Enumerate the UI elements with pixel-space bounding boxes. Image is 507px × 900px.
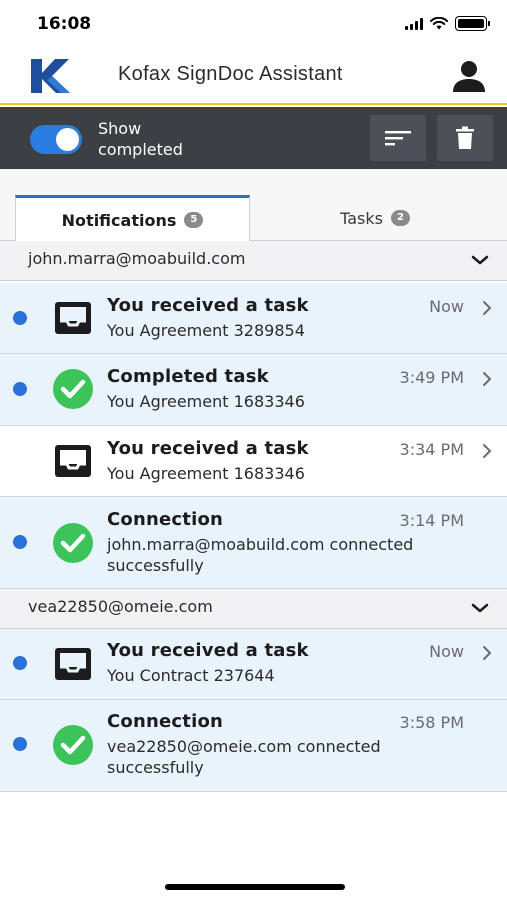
group-email: john.marra@moabuild.com — [28, 249, 246, 268]
chevron-down-icon — [471, 603, 489, 613]
group-header-vea22850[interactable]: vea22850@omeie.com — [0, 589, 507, 629]
green-check-icon — [53, 725, 93, 765]
wifi-icon — [430, 17, 448, 30]
inbox-tray-icon — [55, 302, 91, 334]
app-title: Kofax SignDoc Assistant — [118, 63, 343, 85]
delete-button[interactable] — [437, 115, 493, 161]
notification-subtitle: vea22850@omeie.com connected successfull… — [107, 737, 381, 777]
notification-title: You received a task — [107, 640, 309, 661]
notification-row[interactable]: You received a task You Agreement 328985… — [0, 283, 507, 354]
notification-time: Now — [429, 642, 464, 661]
home-indicator[interactable] — [165, 884, 345, 890]
battery-icon — [455, 16, 490, 31]
notification-row[interactable]: You received a task You Agreement 168334… — [0, 426, 507, 497]
unread-dot — [13, 382, 27, 396]
show-completed-label: Show completed — [98, 119, 183, 159]
trash-icon — [456, 126, 474, 149]
chevron-right-icon — [483, 372, 492, 386]
notification-time: 3:14 PM — [399, 511, 464, 530]
notification-time: 3:34 PM — [399, 440, 464, 459]
notification-subtitle: You Contract 237644 — [107, 666, 275, 685]
notification-row[interactable]: Connection vea22850@omeie.com connected … — [0, 700, 507, 792]
sort-button[interactable] — [370, 115, 426, 161]
green-check-icon — [53, 369, 93, 409]
toggle-knob — [56, 128, 79, 151]
notification-row[interactable]: Completed task You Agreement 1683346 3:4… — [0, 354, 507, 426]
app-header: Kofax SignDoc Assistant — [0, 48, 507, 105]
sort-icon — [385, 131, 411, 146]
unread-dot — [13, 535, 27, 549]
tab-tasks-label: Tasks — [340, 208, 383, 228]
inbox-tray-icon — [55, 648, 91, 680]
status-time: 16:08 — [37, 14, 92, 34]
notification-time: 3:49 PM — [399, 368, 464, 387]
group-email: vea22850@omeie.com — [28, 597, 213, 616]
inbox-tray-icon — [55, 445, 91, 477]
notification-row[interactable]: Connection john.marra@moabuild.com conne… — [0, 497, 507, 589]
notification-subtitle: john.marra@moabuild.com connected succes… — [107, 535, 414, 575]
notification-title: You received a task — [107, 438, 309, 459]
notification-subtitle: You Agreement 1683346 — [107, 464, 305, 483]
user-profile-icon[interactable] — [449, 58, 489, 94]
notifications-count-badge: 5 — [184, 212, 204, 228]
notification-subtitle: You Agreement 1683346 — [107, 392, 305, 411]
cellular-signal-icon — [405, 17, 423, 30]
status-bar: 16:08 — [0, 0, 507, 48]
green-check-icon — [53, 523, 93, 563]
notification-title: Connection — [107, 509, 224, 530]
tab-tasks[interactable]: Tasks 2 — [260, 195, 490, 241]
notification-title: Completed task — [107, 366, 269, 387]
toolbar: Show completed — [0, 107, 507, 169]
group-header-john-marra[interactable]: john.marra@moabuild.com — [0, 241, 507, 281]
notification-time: Now — [429, 297, 464, 316]
unread-dot — [13, 311, 27, 325]
kofax-logo-icon — [31, 59, 70, 93]
unread-dot — [13, 656, 27, 670]
tab-notifications-label: Notifications — [61, 210, 177, 230]
tasks-count-badge: 2 — [390, 210, 410, 226]
chevron-right-icon — [483, 444, 492, 458]
notification-title: You received a task — [107, 295, 309, 316]
notification-subtitle: You Agreement 3289854 — [107, 321, 305, 340]
chevron-down-icon — [471, 255, 489, 265]
tab-notifications[interactable]: Notifications 5 — [15, 195, 250, 242]
chevron-right-icon — [483, 301, 492, 315]
unread-dot — [13, 737, 27, 751]
notification-row[interactable]: You received a task You Contract 237644 … — [0, 629, 507, 700]
chevron-right-icon — [483, 646, 492, 660]
notification-title: Connection — [107, 711, 224, 732]
status-icons — [405, 16, 490, 31]
tab-bar: Notifications 5 Tasks 2 — [0, 169, 507, 242]
show-completed-toggle[interactable] — [30, 125, 82, 154]
notification-time: 3:58 PM — [399, 713, 464, 732]
